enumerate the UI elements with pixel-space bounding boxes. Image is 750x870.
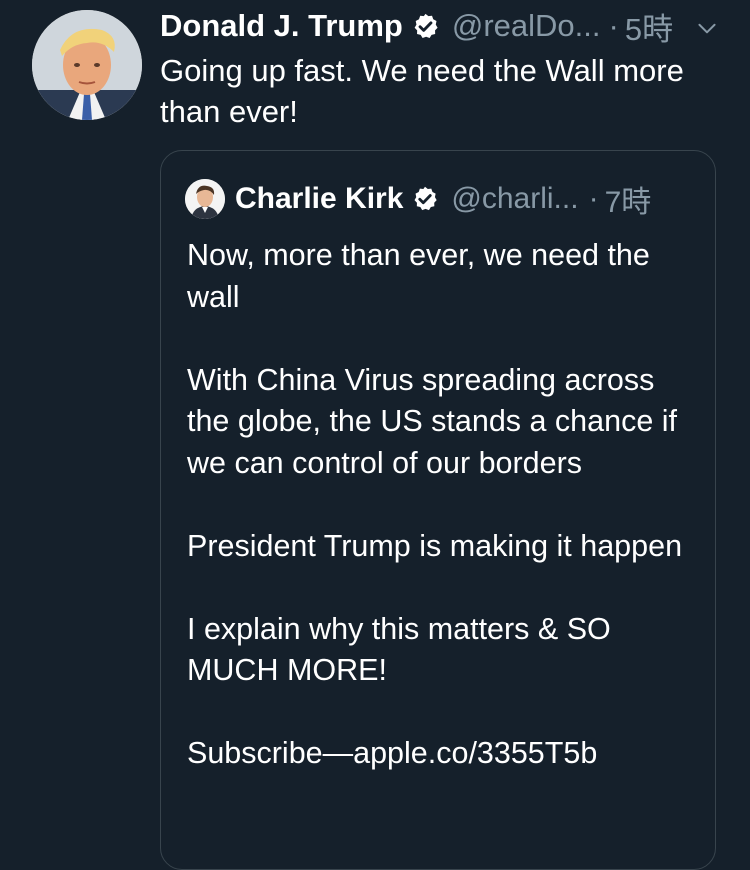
quoted-tweet-paragraph: President Trump is making it happen	[187, 528, 683, 563]
quoted-tweet-paragraph: Now, more than ever, we need the wall	[187, 238, 650, 314]
verified-badge-icon	[411, 185, 439, 213]
separator-dot: ·	[588, 182, 599, 215]
quoted-author-avatar-image	[185, 179, 225, 219]
tweet-timestamp[interactable]: 5時	[625, 4, 673, 49]
separator-dot: ·	[608, 8, 619, 43]
verified-badge-icon	[411, 12, 440, 41]
quoted-tweet-timestamp[interactable]: 7時	[605, 177, 652, 221]
quoted-author-handle[interactable]: @charli...	[451, 182, 578, 216]
chevron-down-icon[interactable]	[694, 13, 720, 39]
tweet-text: Going up fast. We need the Wall more tha…	[160, 53, 684, 129]
quoted-tweet-text: Now, more than ever, we need the wall Wi…	[187, 235, 697, 816]
author-avatar[interactable]	[32, 10, 142, 120]
author-handle[interactable]: @realDo...	[452, 8, 601, 44]
quoted-tweet-paragraph: I explain why this matters & SO MUCH MOR…	[187, 611, 611, 688]
quoted-tweet-card[interactable]: Charlie Kirk @charli... · 7時 Now, more t…	[160, 150, 716, 870]
author-avatar-image	[32, 10, 142, 120]
tweet: Donald J. Trump @realDo... · 5時 Going up…	[0, 0, 750, 870]
tweet-header: Donald J. Trump @realDo... · 5時	[160, 8, 730, 47]
quoted-tweet-paragraph: With China Virus spreading across the gl…	[187, 362, 678, 480]
author-name[interactable]: Donald J. Trump	[160, 8, 403, 44]
quoted-tweet-paragraph: Subscribe—apple.co/3355T5b	[187, 736, 598, 770]
quoted-author-name[interactable]: Charlie Kirk	[235, 182, 403, 216]
quoted-author-avatar	[185, 179, 225, 219]
quoted-tweet-header: Charlie Kirk @charli... · 7時	[185, 179, 695, 219]
